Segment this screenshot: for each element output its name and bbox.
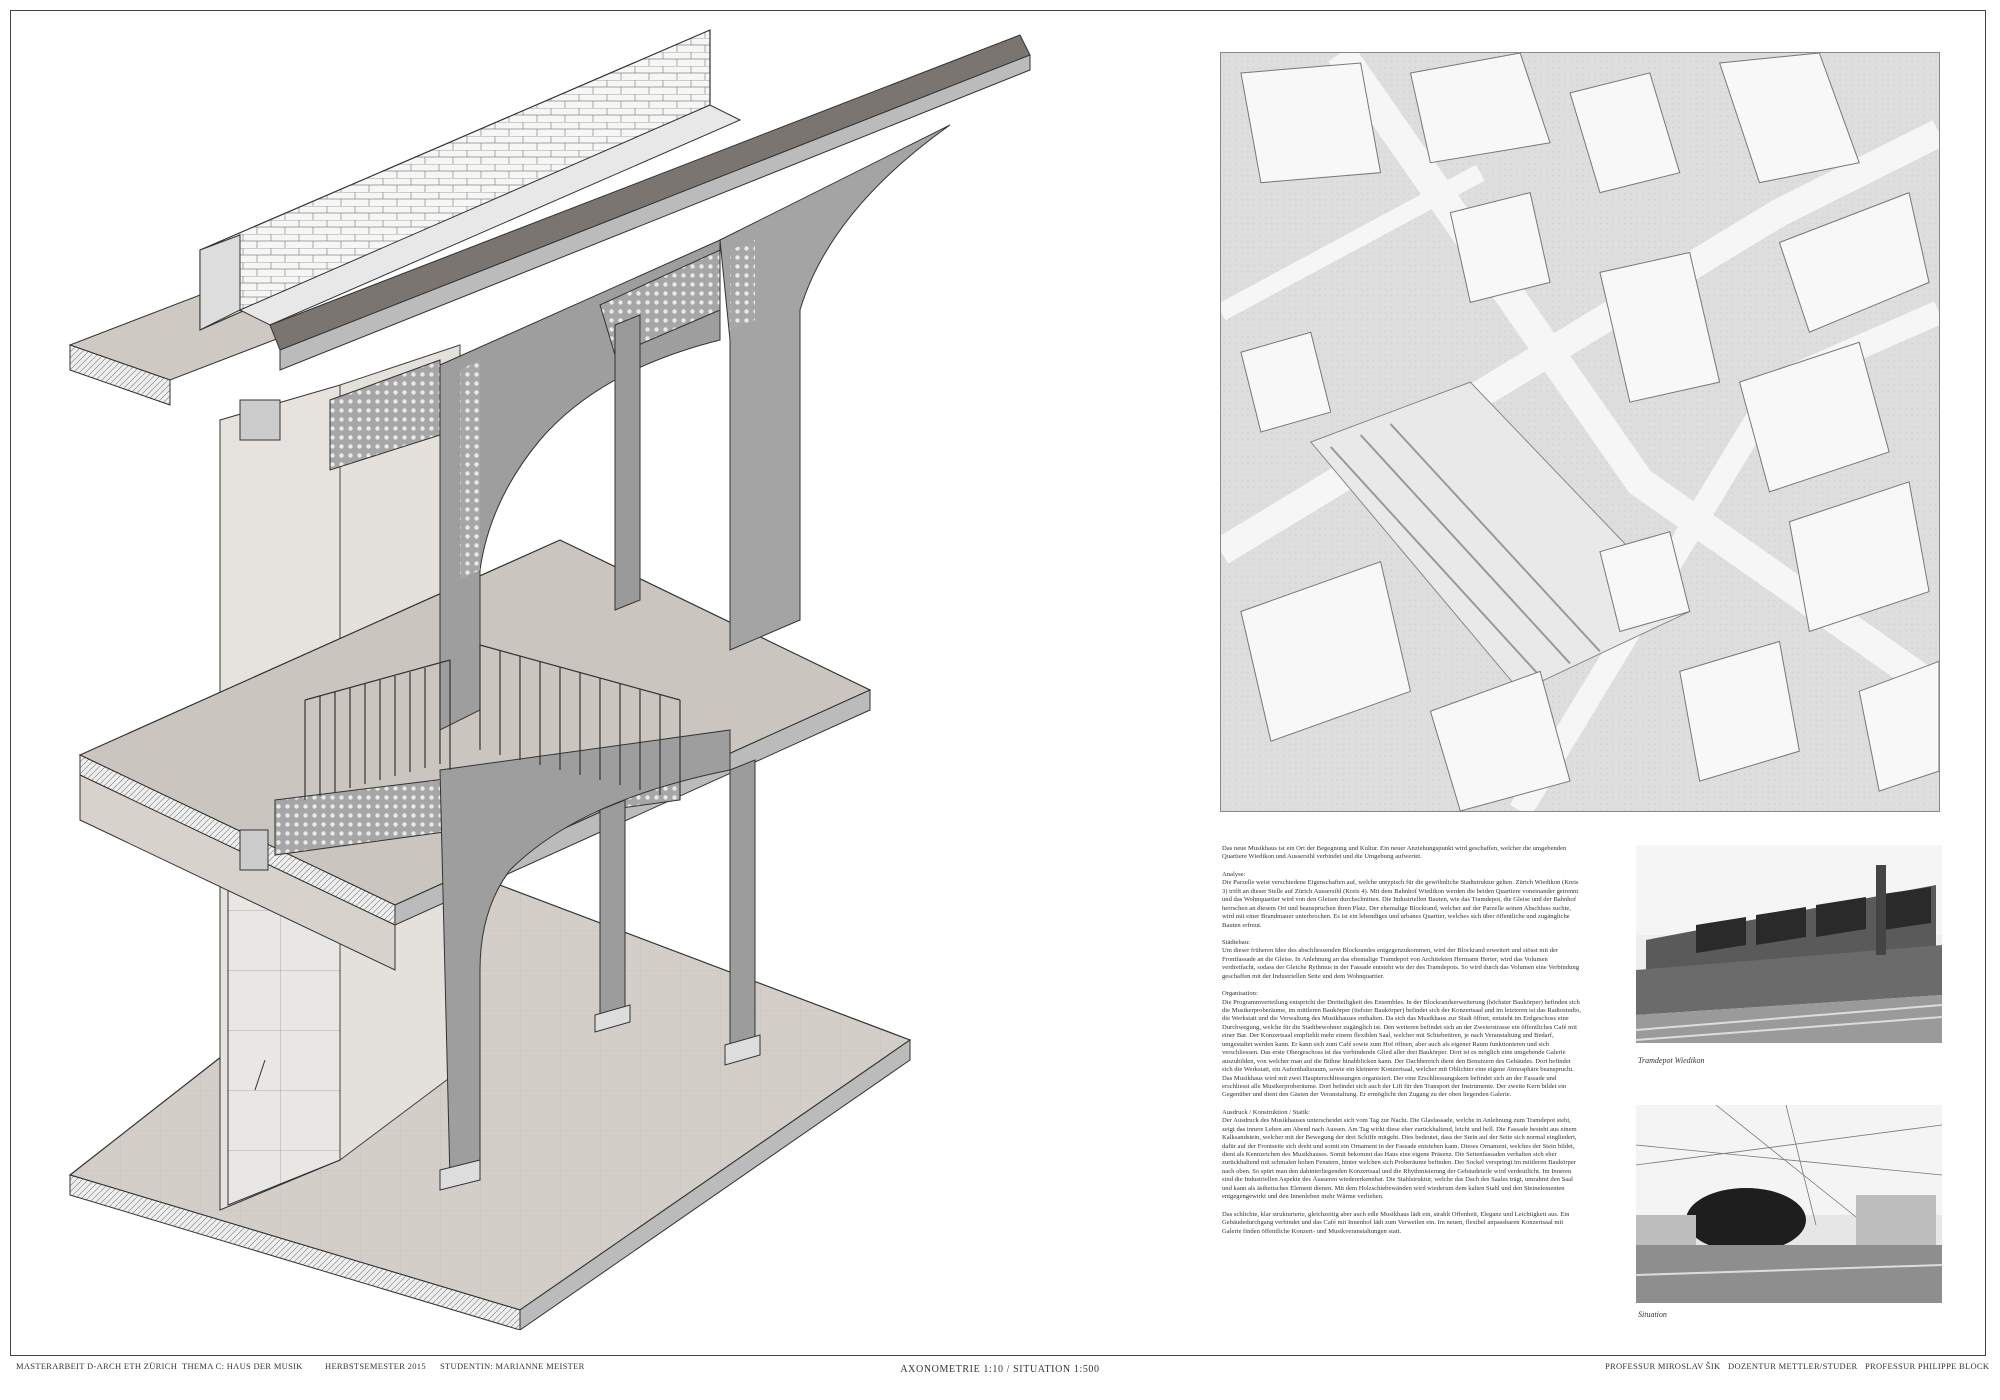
footer-prof-sik: PROFESSUR MIROSLAV ŠIK (1605, 1361, 1721, 1371)
analyse-heading: Analyse: (1222, 870, 1246, 878)
staedtebau-text: Um dieser früheren Idee des abschliessen… (1222, 947, 1580, 980)
ausdruck-text: Der Ausdruck des Musikhauses unterscheid… (1222, 1117, 1577, 1201)
ausdruck-heading: Ausdruck / Konstruktion / Statik: (1222, 1108, 1310, 1116)
ground-slab-top (68, 869, 912, 1311)
photo-situation (1636, 1105, 1942, 1303)
axonometric-drawing (68, 29, 1031, 1330)
caption-tramdepot: Tramdepot Wiedikon (1638, 1056, 1705, 1065)
upper-arch-right (719, 124, 951, 651)
organisation-heading: Organisation: (1222, 990, 1258, 998)
site-plan-map (1220, 52, 1940, 812)
intro-text: Das neue Musikhaus ist ein Ort der Begeg… (1222, 845, 1567, 861)
staedtebau-heading: Städtebau: (1222, 938, 1250, 946)
project-description: Das neue Musikhaus ist ein Ort der Begeg… (1222, 845, 1582, 1325)
column-lower-back (599, 799, 626, 1021)
photo-tramdepot (1636, 845, 1942, 1043)
column-lower-right (729, 759, 756, 1051)
column-upper-back (614, 314, 641, 611)
caption-situation: Situation (1638, 1310, 1667, 1319)
closing-text: Das schlichte, klar strukturierte, gleic… (1222, 1210, 1570, 1235)
analyse-text: Die Parzelle weist verschiedene Eigensch… (1222, 879, 1579, 929)
footer-dozentur: DOZENTUR METTLER/STUDER (1728, 1361, 1858, 1371)
footer-prof-block: PROFESSUR PHILIPPE BLOCK (1865, 1361, 1990, 1371)
organisation-text: Die Programmverteilung entspricht der Dr… (1222, 998, 1581, 1099)
